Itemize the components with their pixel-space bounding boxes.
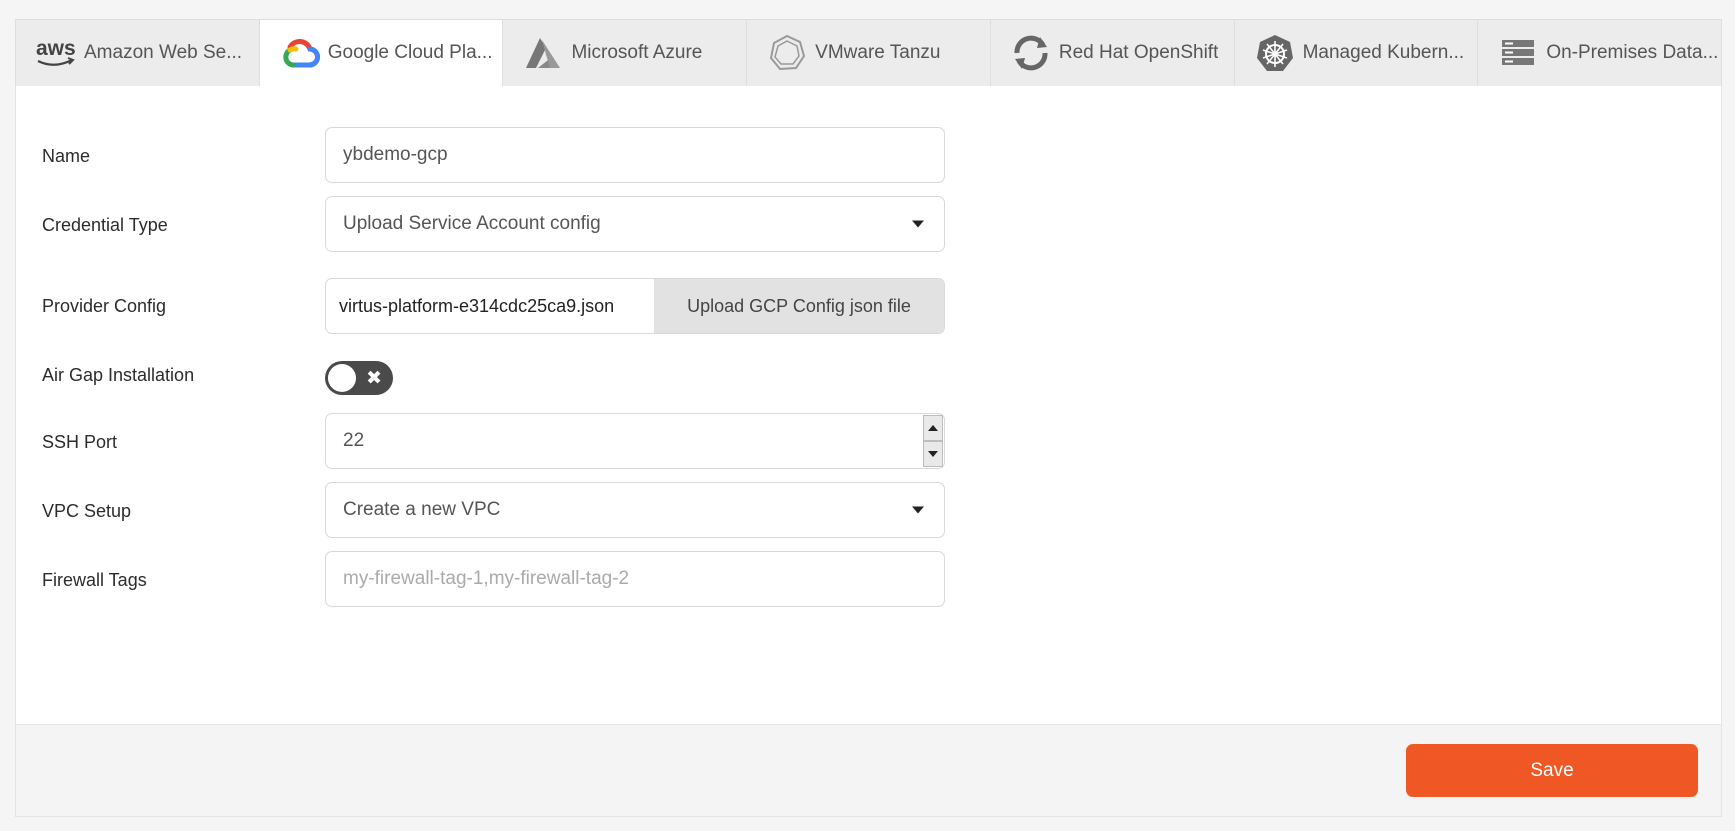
provider-config-file-input: virtus-platform-e314cdc25ca9.json Upload… (325, 278, 945, 334)
azure-logo-icon (521, 31, 565, 75)
toggle-knob (328, 364, 356, 392)
vpc-setup-select[interactable]: Create a new VPC (325, 482, 945, 538)
tab-on-premises-label: On-Premises Data... (1546, 42, 1719, 63)
credential-type-select[interactable]: Upload Service Account config (325, 196, 945, 252)
provider-config-label: Provider Config (42, 296, 167, 316)
tab-vmware-tanzu-label: VMware Tanzu (815, 42, 941, 63)
svg-text:aws: aws (36, 37, 76, 60)
credential-type-value: Upload Service Account config (343, 213, 601, 234)
tab-managed-kubernetes-label: Managed Kubern... (1302, 42, 1465, 63)
vpc-setup-value: Create a new VPC (343, 499, 501, 520)
air-gap-toggle[interactable]: ✖ (325, 361, 393, 395)
form-footer: Save (16, 724, 1721, 816)
air-gap-label: Air Gap Installation (42, 365, 195, 385)
provider-config-file-name: virtus-platform-e314cdc25ca9.json (339, 295, 615, 316)
provider-form-panel: Name ybdemo-gcp Credential Type Upload S… (15, 86, 1722, 817)
tab-on-premises[interactable]: On-Premises Data... (1478, 20, 1722, 87)
tab-google-cloud[interactable]: Google Cloud Pla... (259, 20, 504, 87)
close-icon: ✖ (366, 367, 382, 389)
tab-microsoft-azure[interactable]: Microsoft Azure (503, 20, 748, 87)
tab-red-hat-openshift[interactable]: Red Hat OpenShift (990, 20, 1235, 87)
chevron-down-icon (912, 220, 924, 228)
chevron-down-icon (912, 506, 924, 514)
name-label: Name (42, 146, 91, 166)
vmware-tanzu-logo-icon (765, 31, 809, 75)
aws-logo-icon: aws (34, 31, 78, 75)
name-input[interactable]: ybdemo-gcp (325, 127, 945, 183)
tab-aws[interactable]: aws Amazon Web Se... (16, 20, 260, 87)
ssh-port-input[interactable]: 22 (325, 413, 945, 469)
ssh-port-label: SSH Port (42, 432, 118, 452)
tab-red-hat-openshift-label: Red Hat OpenShift (1058, 42, 1219, 63)
cloud-provider-tabs: aws Amazon Web Se... Google Cloud Pla... (15, 19, 1722, 87)
firewall-tags-input[interactable]: my-firewall-tag-1,my-firewall-tag-2 (325, 551, 945, 607)
stepper-up-button[interactable] (923, 415, 943, 441)
arrow-down-icon (928, 451, 938, 457)
vpc-setup-label: VPC Setup (42, 501, 132, 521)
tab-microsoft-azure-label: Microsoft Azure (571, 42, 703, 63)
firewall-tags-label: Firewall Tags (42, 570, 147, 590)
credential-type-label: Credential Type (42, 215, 168, 235)
kubernetes-logo-icon (1253, 31, 1297, 75)
server-rack-icon (1496, 31, 1540, 75)
openshift-logo-icon (1009, 31, 1053, 75)
tab-google-cloud-label: Google Cloud Pla... (327, 42, 493, 63)
save-button[interactable]: Save (1406, 744, 1698, 797)
ssh-port-stepper (923, 415, 943, 467)
ssh-port-value: 22 (343, 430, 365, 451)
arrow-up-icon (928, 425, 938, 431)
upload-config-button[interactable]: Upload GCP Config json file (654, 279, 944, 333)
tab-managed-kubernetes[interactable]: Managed Kubern... (1234, 20, 1479, 87)
provider-config-window: aws Amazon Web Se... Google Cloud Pla... (15, 19, 1722, 817)
tab-vmware-tanzu[interactable]: VMware Tanzu (747, 20, 991, 87)
tab-aws-label: Amazon Web Se... (84, 42, 243, 63)
google-cloud-logo-icon (278, 31, 322, 75)
stepper-down-button[interactable] (923, 441, 943, 467)
